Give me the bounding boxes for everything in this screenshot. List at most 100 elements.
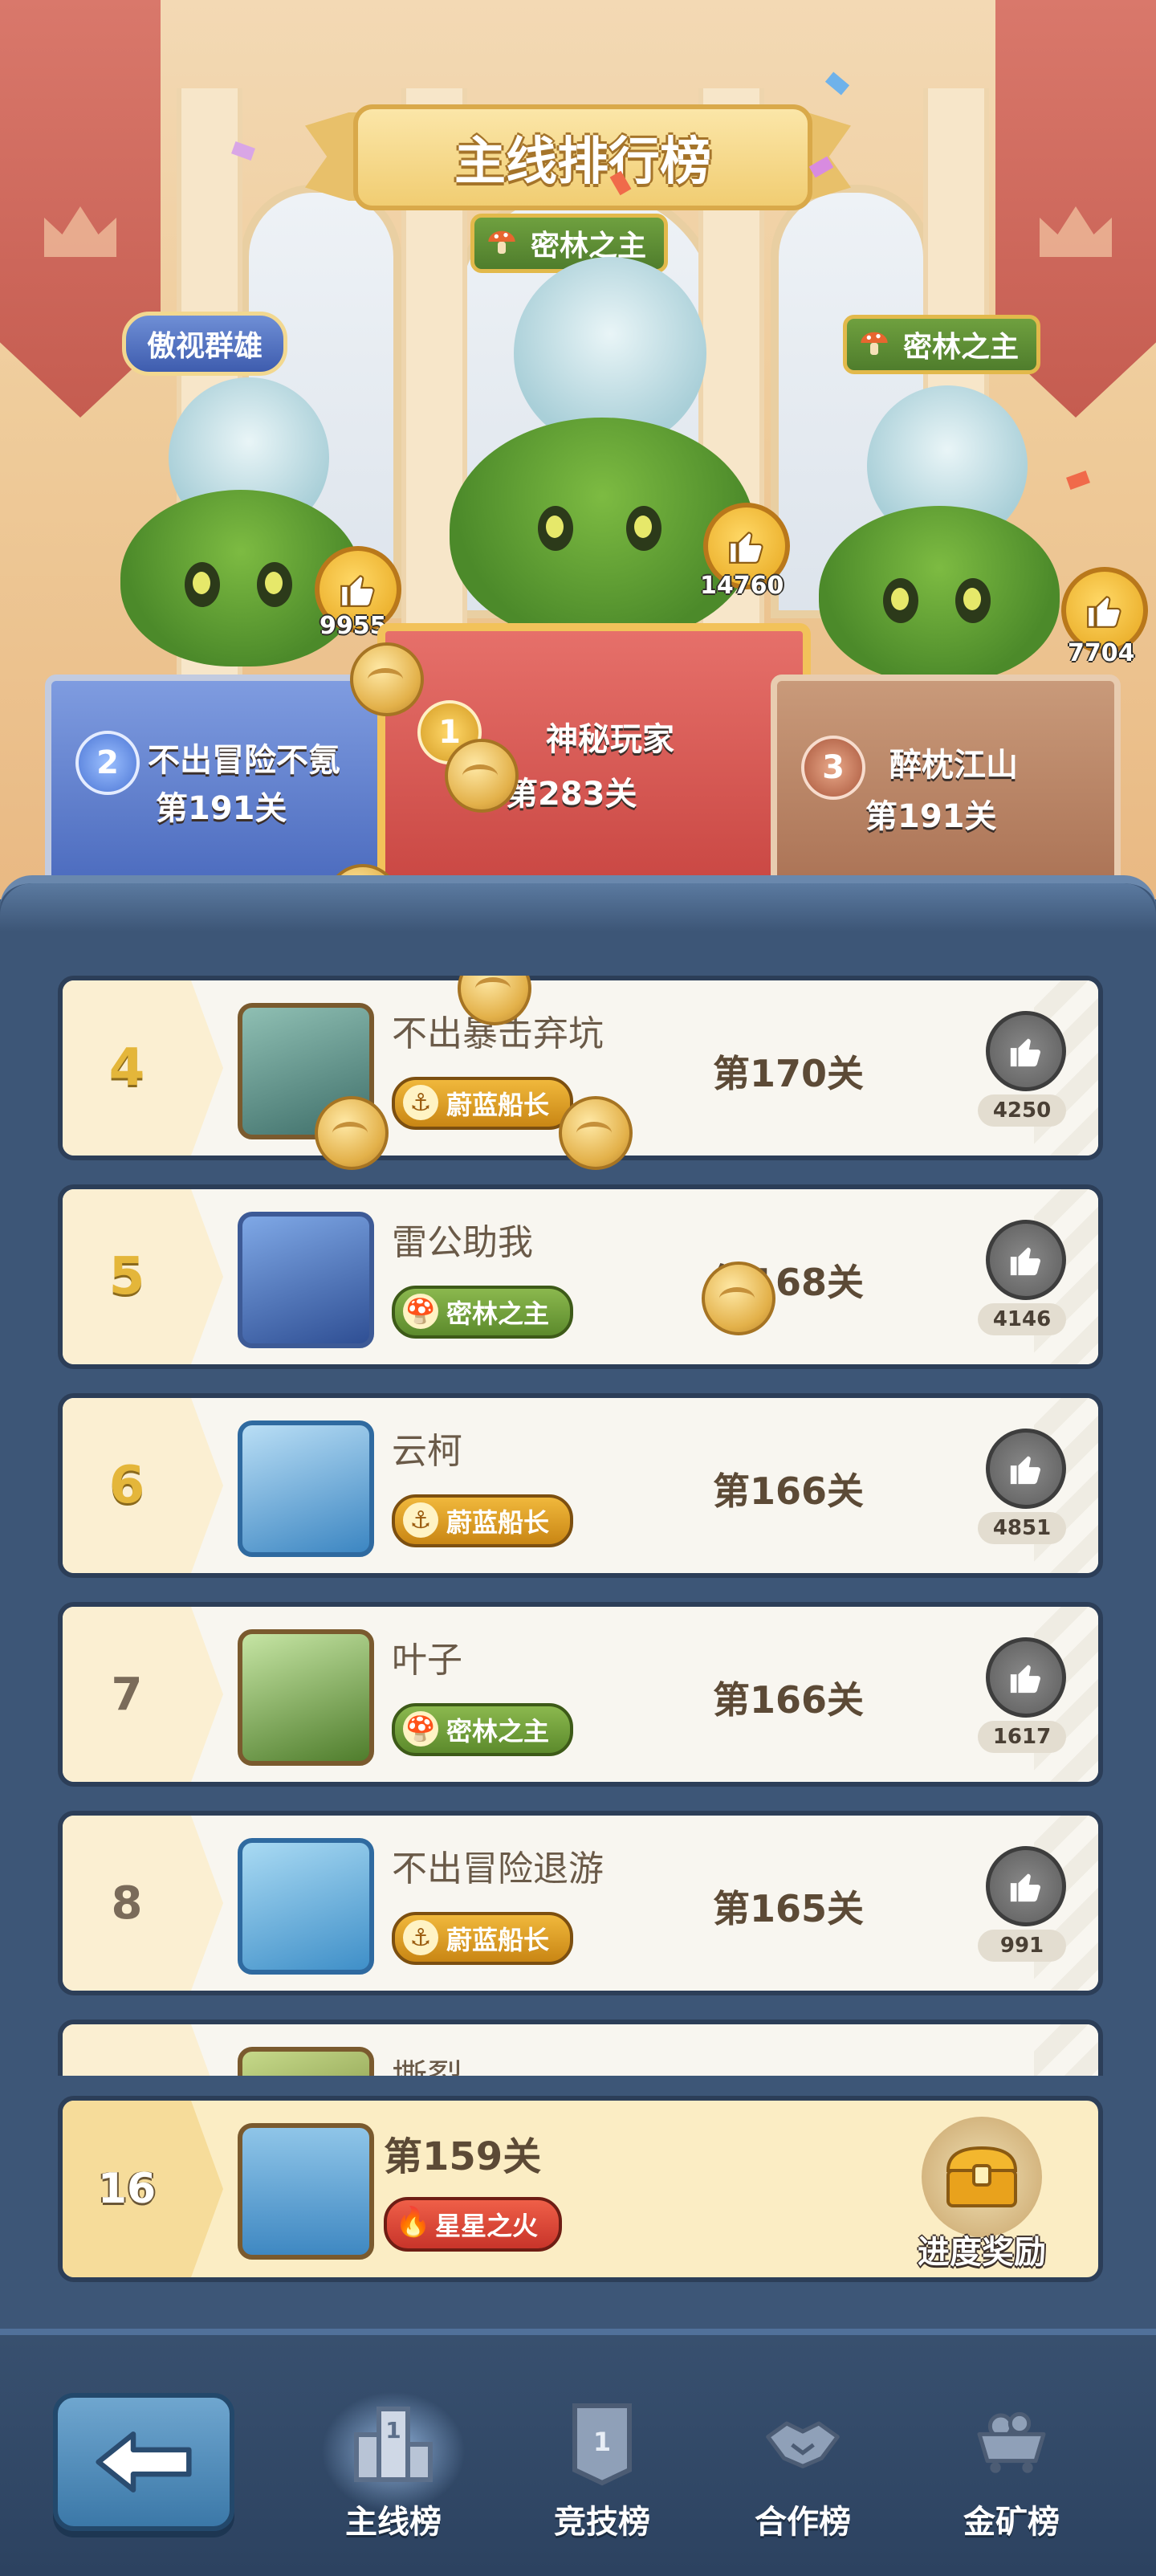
anchor-icon: ⚓ bbox=[403, 1920, 438, 1955]
thumbs-up-icon bbox=[1087, 596, 1121, 628]
ranking-list[interactable]: 4 不出暴击弃坑 ⚓ 蔚蓝船长 第170关 4250 5 雷公助我 🍄 密林之主 第… bbox=[0, 976, 1156, 2076]
thumbs-up-icon bbox=[729, 532, 763, 564]
player-level: 第166关 bbox=[713, 1469, 865, 1513]
svg-text:1: 1 bbox=[385, 2417, 401, 2444]
mushroom-icon: 🍄 bbox=[403, 1711, 438, 1747]
like-count: 1617 bbox=[978, 1721, 1066, 1753]
like-count: 991 bbox=[978, 1930, 1066, 1962]
anchor-icon: ⚓ bbox=[403, 1085, 438, 1120]
thumbs-up-icon bbox=[1010, 1665, 1040, 1694]
podium-3-title-badge: 密林之主 bbox=[843, 315, 1041, 374]
tab-main-ranking[interactable]: 1 主线榜 bbox=[305, 2383, 482, 2560]
player-avatar[interactable] bbox=[238, 1420, 374, 1557]
player-name: 叶子 bbox=[392, 1640, 462, 1681]
gold-coin bbox=[445, 739, 519, 813]
player-level: 第165关 bbox=[713, 1887, 865, 1930]
my-level: 第159关 bbox=[384, 2134, 542, 2179]
like-button[interactable] bbox=[986, 1846, 1066, 1926]
player-name: 雷公助我 bbox=[392, 1222, 533, 1263]
player-level: 第166关 bbox=[713, 1678, 865, 1722]
like-button[interactable] bbox=[986, 1220, 1066, 1300]
player-avatar[interactable] bbox=[238, 1838, 374, 1975]
podium-3-bush-mount bbox=[819, 506, 1060, 683]
ranking-row[interactable]: 7 叶子 🍄 密林之主 第166关 1617 bbox=[58, 1602, 1103, 1787]
podium-2-player-name: 不出冒险不氪 bbox=[148, 742, 340, 779]
like-count: 4851 bbox=[978, 1512, 1066, 1544]
rank-number: 8 bbox=[111, 1877, 143, 1930]
player-level: 第170关 bbox=[713, 1052, 865, 1095]
player-name: 撕裂 bbox=[392, 2048, 462, 2076]
crown-icon bbox=[44, 206, 116, 257]
player-title-badge: 🍄 密林之主 bbox=[392, 1703, 574, 1756]
tab-label: 竞技榜 bbox=[554, 2504, 650, 2541]
podium-2-level: 第191关 bbox=[156, 790, 287, 827]
like-count: 4146 bbox=[978, 1303, 1066, 1335]
mushroom-icon bbox=[861, 332, 888, 355]
ranking-row[interactable]: 撕裂 bbox=[58, 2020, 1103, 2076]
rank-3-medal: 3 bbox=[801, 736, 865, 800]
back-arrow-icon bbox=[96, 2431, 192, 2492]
rank-number: 6 bbox=[108, 1456, 145, 1515]
tab-label: 主线榜 bbox=[345, 2504, 442, 2541]
treasure-chest-icon bbox=[946, 2146, 1018, 2207]
podium-scene: 主线排行榜 傲视群雄 9955 密林之主 14760 密林之主 7704 2 不… bbox=[0, 0, 1156, 899]
podium-2-title-badge: 傲视群雄 bbox=[122, 312, 288, 376]
rank-number bbox=[63, 2024, 191, 2076]
progress-reward-label: 进度奖励 bbox=[918, 2234, 1046, 2271]
tab-arena-ranking[interactable]: 1 竞技榜 bbox=[514, 2383, 690, 2560]
player-title-badge: ⚓ 蔚蓝船长 bbox=[392, 1912, 574, 1965]
like-button[interactable] bbox=[986, 1011, 1066, 1091]
rank-number: 4 bbox=[108, 1038, 145, 1098]
thumbs-up-icon bbox=[1010, 1456, 1040, 1485]
player-title-badge: ⚓ 蔚蓝船长 bbox=[392, 1077, 574, 1130]
confetti bbox=[824, 71, 850, 96]
rank-2-medal: 2 bbox=[75, 731, 140, 795]
tab-label: 金矿榜 bbox=[963, 2504, 1060, 2541]
my-rank-row[interactable]: 16 第159关 🔥 星星之火 进度奖励 bbox=[58, 2096, 1103, 2282]
thumbs-up-icon bbox=[1010, 1873, 1040, 1902]
my-title-badge: 🔥 星星之火 bbox=[384, 2197, 563, 2252]
podium-3-pedestal[interactable]: 3 醉枕江山 第191关 bbox=[771, 675, 1121, 899]
my-rank-number: 16 bbox=[97, 2165, 157, 2213]
ranking-row[interactable]: 5 雷公助我 🍄 密林之主 第168关 4146 bbox=[58, 1184, 1103, 1369]
back-button[interactable] bbox=[53, 2393, 234, 2531]
like-count: 4250 bbox=[978, 1094, 1066, 1127]
mushroom-icon: 🍄 bbox=[403, 1294, 438, 1329]
arena-banner-icon: 1 bbox=[572, 2403, 632, 2486]
thumbs-up-icon bbox=[1010, 1038, 1040, 1067]
player-name: 不出冒险退游 bbox=[392, 1848, 604, 1889]
ranking-row[interactable]: 8 不出冒险退游 ⚓ 蔚蓝船长 第165关 991 bbox=[58, 1811, 1103, 1995]
mine-cart-icon bbox=[977, 2411, 1046, 2473]
podium-1-player-name: 神秘玩家 bbox=[546, 721, 674, 758]
rank-number: 5 bbox=[108, 1247, 145, 1306]
player-avatar[interactable] bbox=[238, 1212, 374, 1348]
tab-coop-ranking[interactable]: 合作榜 bbox=[714, 2383, 891, 2560]
ranking-row[interactable]: 6 云柯 ⚓ 蔚蓝船长 第166关 4851 bbox=[58, 1393, 1103, 1578]
my-avatar[interactable] bbox=[238, 2123, 374, 2260]
progress-reward-button[interactable] bbox=[922, 2117, 1042, 2237]
handshake-icon bbox=[766, 2421, 840, 2468]
anchor-icon: ⚓ bbox=[403, 1502, 438, 1538]
page-title: 主线排行榜 bbox=[454, 132, 711, 192]
player-name: 云柯 bbox=[392, 1431, 462, 1472]
gold-coin bbox=[559, 1096, 633, 1170]
podium-2-pedestal[interactable]: 2 不出冒险不氪 第191关 bbox=[45, 675, 395, 899]
like-button[interactable] bbox=[986, 1429, 1066, 1509]
crown-icon bbox=[1040, 206, 1112, 257]
svg-text:1: 1 bbox=[593, 2427, 611, 2457]
player-avatar[interactable] bbox=[238, 1629, 374, 1766]
podium-1-pedestal[interactable]: 1 神秘玩家 第283关 bbox=[377, 623, 811, 899]
gold-coin bbox=[702, 1262, 775, 1335]
player-avatar[interactable] bbox=[238, 2047, 374, 2076]
podium-3-player-name: 醉枕江山 bbox=[889, 747, 1018, 784]
tab-goldmine-ranking[interactable]: 金矿榜 bbox=[923, 2383, 1100, 2560]
title-banner: 主线排行榜 bbox=[305, 96, 851, 210]
player-title-badge: ⚓ 蔚蓝船长 bbox=[392, 1494, 574, 1547]
thumbs-up-icon bbox=[340, 575, 375, 607]
flame-icon: 🔥 bbox=[395, 2206, 431, 2239]
podium-2-like-count: 9955 bbox=[320, 612, 387, 640]
mushroom-icon bbox=[488, 230, 515, 254]
like-button[interactable] bbox=[986, 1637, 1066, 1718]
tab-label: 合作榜 bbox=[755, 2504, 851, 2541]
rank-number: 7 bbox=[111, 1668, 143, 1721]
